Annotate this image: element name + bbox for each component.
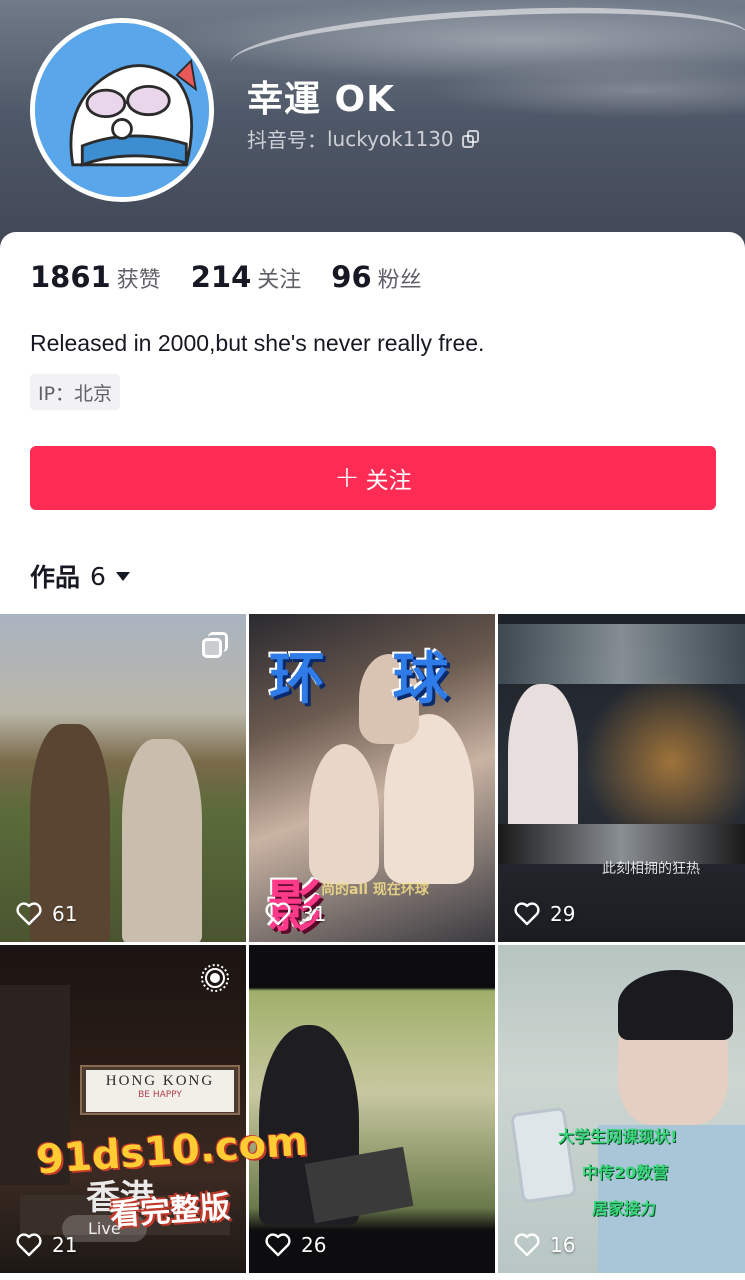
profile-card: 1861 获赞 214 关注 96 粉丝 Released in 2000,bu…	[0, 232, 745, 1280]
stat-followers-value: 96	[331, 260, 372, 294]
video-thumbnail	[0, 614, 246, 942]
video-thumbnail	[498, 945, 745, 1273]
video-likes-count: 61	[52, 902, 78, 926]
sign-text: HONG KONG	[105, 1073, 215, 1089]
video-caption-line-3: 居家接力	[592, 1199, 657, 1218]
ip-location-tag: IP：北京	[30, 374, 121, 410]
video-likes: 21	[16, 1233, 77, 1257]
video-likes-count: 21	[52, 1233, 78, 1257]
video-likes: 26	[265, 1233, 326, 1257]
stat-likes[interactable]: 1861 获赞	[30, 260, 161, 294]
stat-likes-label: 获赞	[116, 268, 161, 293]
profile-stats: 1861 获赞 214 关注 96 粉丝	[30, 260, 452, 294]
stat-likes-value: 1861	[30, 260, 111, 294]
video-tile[interactable]: 大学生网课现状! 中传20数营 居家接力 16	[498, 945, 745, 1273]
video-caption-line-1: 大学生网课现状!	[558, 1127, 678, 1146]
heart-icon	[514, 902, 540, 926]
profile-bio: Released in 2000,but she's never really …	[30, 330, 485, 356]
video-caption: 此刻相拥的狂热	[602, 861, 700, 877]
caret-down-icon[interactable]	[115, 571, 130, 581]
video-likes: 31	[265, 902, 326, 926]
video-likes-count: 31	[301, 902, 327, 926]
works-tab[interactable]: 作品 6	[30, 558, 130, 594]
douyin-id-label: 抖音号：	[247, 128, 327, 152]
avatar[interactable]	[30, 18, 214, 202]
video-thumbnail	[249, 945, 495, 1273]
stat-followers[interactable]: 96 粉丝	[331, 260, 421, 294]
video-likes-count: 16	[550, 1233, 576, 1257]
video-likes-count: 26	[301, 1233, 327, 1257]
heart-icon	[16, 1233, 42, 1257]
profile-nickname: 幸運 OK	[247, 79, 396, 120]
video-overlay-title-top: 环 球	[269, 647, 473, 712]
follow-button[interactable]: + 关注	[30, 446, 716, 510]
video-tile[interactable]: 26	[249, 945, 495, 1273]
stat-following-value: 214	[190, 260, 252, 294]
live-photo-icon	[201, 964, 229, 992]
douyin-id-row[interactable]: 抖音号： luckyok1130	[247, 124, 480, 153]
video-likes: 16	[514, 1233, 575, 1257]
stat-followers-label: 粉丝	[377, 268, 422, 293]
heart-icon	[16, 902, 42, 926]
stat-following[interactable]: 214 关注	[191, 260, 302, 294]
plus-icon: +	[334, 460, 360, 495]
video-tile[interactable]: 此刻相拥的狂热 29	[498, 614, 745, 942]
douyin-id: luckyok1130	[327, 126, 454, 151]
stat-following-label: 关注	[257, 268, 302, 293]
multi-image-icon	[202, 632, 230, 660]
avatar-illustration	[35, 23, 209, 197]
copy-icon[interactable]	[461, 129, 480, 148]
follow-button-label: 关注	[365, 468, 412, 494]
heart-icon	[265, 902, 291, 926]
video-tile[interactable]: 环 球 尚的all 现在环球 影 城 31	[249, 614, 495, 942]
heart-icon	[265, 1233, 291, 1257]
works-count: 6	[90, 561, 106, 591]
video-likes: 61	[16, 902, 77, 926]
sign-board: HONG KONG BE HAPPY	[86, 1070, 234, 1112]
works-tab-label: 作品	[30, 563, 81, 592]
heart-icon	[514, 1233, 540, 1257]
sign-subtext: BE HAPPY	[138, 1090, 182, 1100]
video-tile[interactable]: 61	[0, 614, 246, 942]
video-likes-count: 29	[550, 902, 576, 926]
video-likes: 29	[514, 902, 575, 926]
video-caption-line-2: 中传20数营	[582, 1163, 669, 1182]
video-thumbnail	[498, 614, 745, 942]
watermark-text: 看完整版	[109, 1189, 232, 1234]
